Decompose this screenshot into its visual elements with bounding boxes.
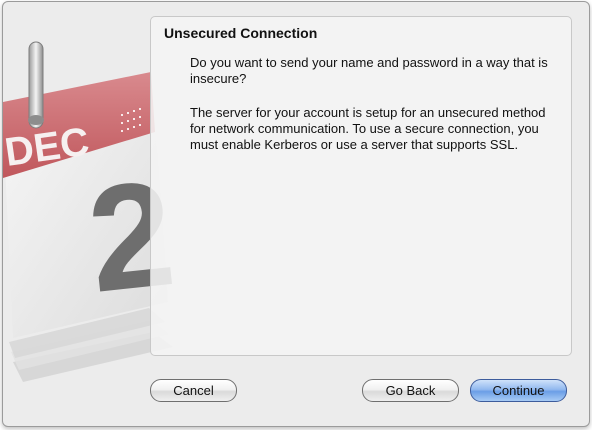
continue-button[interactable]: Continue xyxy=(470,379,567,402)
dialog-title: Unsecured Connection xyxy=(164,25,318,41)
setup-assistant-window: DEC 2 Unsecured Connection Do you want t… xyxy=(2,1,590,427)
dialog-content-panel: Unsecured Connection Do you want to send… xyxy=(150,16,572,356)
go-back-button[interactable]: Go Back xyxy=(362,379,459,402)
dialog-question: Do you want to send your name and passwo… xyxy=(190,55,548,86)
dialog-explanation: The server for your account is setup for… xyxy=(190,105,546,152)
cancel-button[interactable]: Cancel xyxy=(150,379,237,402)
